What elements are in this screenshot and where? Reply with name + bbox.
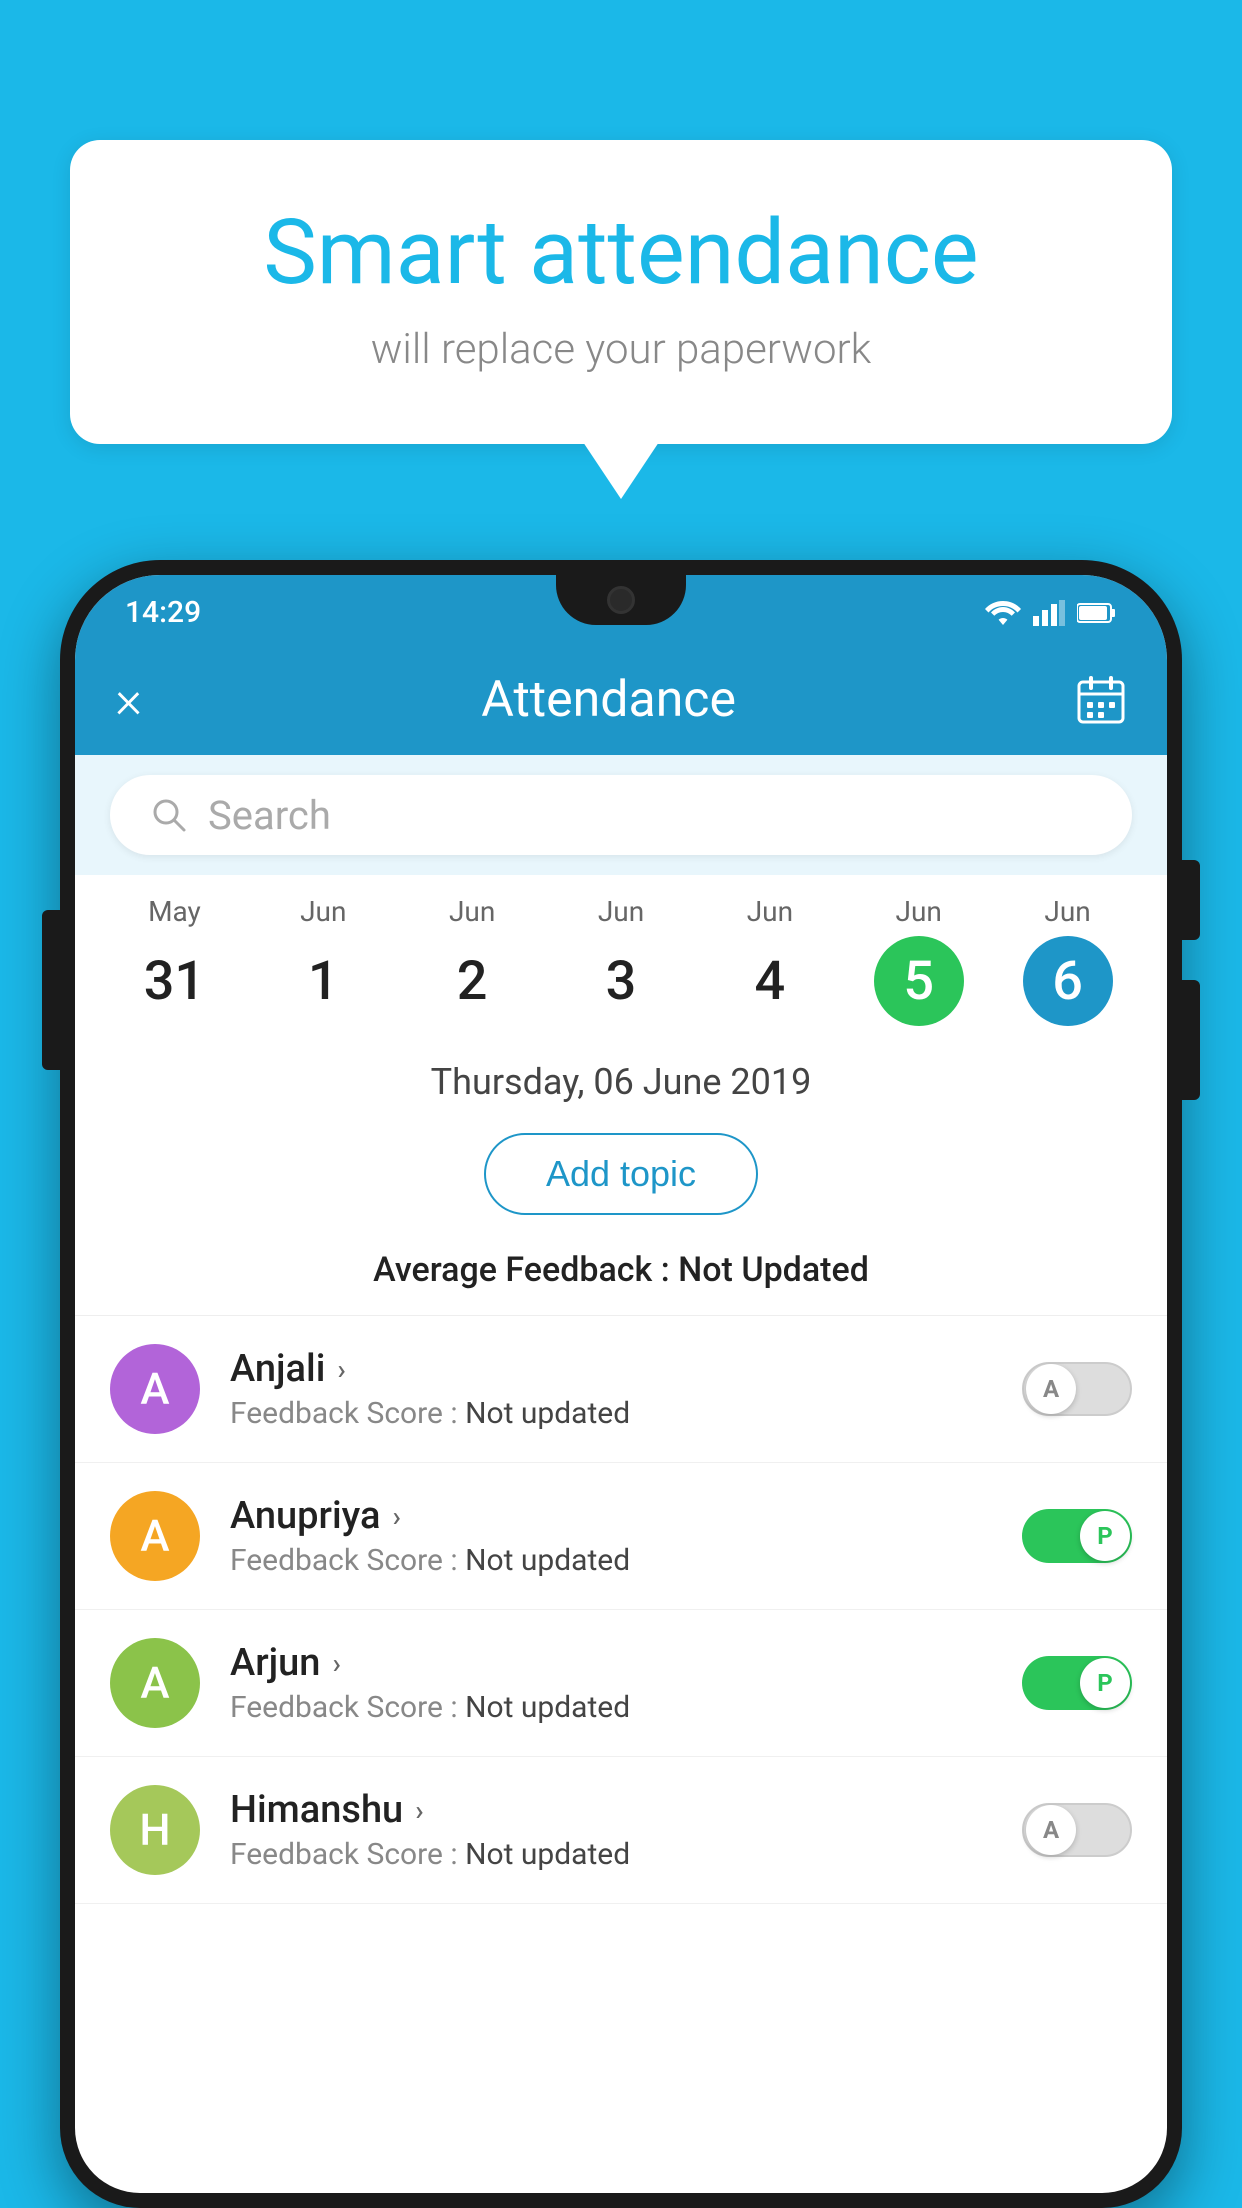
student-item-2[interactable]: A Arjun › Feedback Score : Not updated P xyxy=(75,1610,1167,1757)
feedback-score-3: Feedback Score : Not updated xyxy=(230,1837,992,1872)
toggle-knob-0: A xyxy=(1026,1364,1076,1414)
date-cell-4[interactable]: Jun 4 xyxy=(700,895,839,1026)
date-day-2[interactable]: 2 xyxy=(427,936,517,1026)
student-avatar-3: H xyxy=(110,1785,200,1875)
student-name-3: Himanshu › xyxy=(230,1788,992,1832)
speech-bubble: Smart attendance will replace your paper… xyxy=(70,140,1172,444)
search-icon xyxy=(150,796,188,834)
wifi-icon xyxy=(985,600,1021,626)
toggle-knob-3: A xyxy=(1026,1805,1076,1855)
student-avatar-1: A xyxy=(110,1491,200,1581)
toggle-0[interactable]: A xyxy=(1022,1362,1132,1416)
toggle-3[interactable]: A xyxy=(1022,1803,1132,1857)
student-info-0: Anjali › Feedback Score : Not updated xyxy=(230,1347,992,1431)
student-item-1[interactable]: A Anupriya › Feedback Score : Not updated P xyxy=(75,1463,1167,1610)
student-info-1: Anupriya › Feedback Score : Not updated xyxy=(230,1494,992,1578)
avg-feedback-label: Average Feedback : xyxy=(373,1250,678,1290)
student-item-0[interactable]: A Anjali › Feedback Score : Not updated A xyxy=(75,1316,1167,1463)
student-chevron-0: › xyxy=(337,1353,345,1386)
toggle-knob-2: P xyxy=(1080,1658,1130,1708)
date-cell-0[interactable]: May 31 xyxy=(105,895,244,1026)
status-icons xyxy=(985,600,1117,626)
search-placeholder: Search xyxy=(208,792,331,839)
student-info-2: Arjun › Feedback Score : Not updated xyxy=(230,1641,992,1725)
bubble-title: Smart attendance xyxy=(150,200,1092,305)
feedback-score-0: Feedback Score : Not updated xyxy=(230,1396,992,1431)
phone-frame: 14:29 xyxy=(60,560,1182,2208)
selected-date: Thursday, 06 June 2019 xyxy=(75,1036,1167,1123)
student-item-3[interactable]: H Himanshu › Feedback Score : Not updated A xyxy=(75,1757,1167,1904)
camera xyxy=(607,586,635,614)
toggle-container-2[interactable]: P xyxy=(1022,1656,1132,1710)
speech-bubble-container: Smart attendance will replace your paper… xyxy=(70,140,1172,444)
power-button xyxy=(1182,860,1200,940)
date-day-4[interactable]: 4 xyxy=(725,936,815,1026)
date-day-0[interactable]: 31 xyxy=(129,936,219,1026)
calendar-icon[interactable] xyxy=(1075,674,1127,726)
student-list: AAnjali ›Feedback Score : Not updatedAAA… xyxy=(75,1316,1167,1904)
date-month-1: Jun xyxy=(254,895,393,928)
date-cell-6[interactable]: Jun 6 xyxy=(998,895,1137,1026)
notch xyxy=(556,575,686,625)
date-month-6: Jun xyxy=(998,895,1137,928)
volume-button xyxy=(1182,980,1200,1100)
student-info-3: Himanshu › Feedback Score : Not updated xyxy=(230,1788,992,1872)
average-feedback: Average Feedback : Not Updated xyxy=(75,1240,1167,1316)
student-avatar-2: A xyxy=(110,1638,200,1728)
app-bar: × Attendance xyxy=(75,645,1167,755)
toggle-2[interactable]: P xyxy=(1022,1656,1132,1710)
date-month-3: Jun xyxy=(552,895,691,928)
date-day-5[interactable]: 5 xyxy=(874,936,964,1026)
date-day-3[interactable]: 3 xyxy=(576,936,666,1026)
student-chevron-2: › xyxy=(332,1647,340,1680)
date-strip: May 31 Jun 1 Jun 2 Jun 3 Jun 4 Jun 5 Jun 6 xyxy=(75,875,1167,1036)
status-time: 14:29 xyxy=(125,595,201,630)
signal-icon xyxy=(1033,600,1065,626)
avg-feedback-value: Not Updated xyxy=(678,1250,869,1290)
feedback-score-2: Feedback Score : Not updated xyxy=(230,1690,992,1725)
date-month-2: Jun xyxy=(403,895,542,928)
toggle-container-1[interactable]: P xyxy=(1022,1509,1132,1563)
student-name-2: Arjun › xyxy=(230,1641,992,1685)
student-chevron-1: › xyxy=(392,1500,400,1533)
feedback-score-1: Feedback Score : Not updated xyxy=(230,1543,992,1578)
phone-screen: 14:29 xyxy=(75,575,1167,2193)
bubble-subtitle: will replace your paperwork xyxy=(150,325,1092,374)
toggle-container-3[interactable]: A xyxy=(1022,1803,1132,1857)
toggle-1[interactable]: P xyxy=(1022,1509,1132,1563)
student-name-0: Anjali › xyxy=(230,1347,992,1391)
date-cell-1[interactable]: Jun 1 xyxy=(254,895,393,1026)
battery-icon xyxy=(1077,602,1117,624)
date-cell-5[interactable]: Jun 5 xyxy=(849,895,988,1026)
student-name-1: Anupriya › xyxy=(230,1494,992,1538)
search-container: Search xyxy=(75,755,1167,875)
toggle-knob-1: P xyxy=(1080,1511,1130,1561)
date-month-0: May xyxy=(105,895,244,928)
app-title: Attendance xyxy=(481,671,736,729)
add-topic-container: Add topic xyxy=(75,1123,1167,1240)
student-avatar-0: A xyxy=(110,1344,200,1434)
date-month-5: Jun xyxy=(849,895,988,928)
add-topic-button[interactable]: Add topic xyxy=(484,1133,758,1215)
date-day-6[interactable]: 6 xyxy=(1023,936,1113,1026)
date-cell-3[interactable]: Jun 3 xyxy=(552,895,691,1026)
close-button[interactable]: × xyxy=(115,674,142,726)
date-cell-2[interactable]: Jun 2 xyxy=(403,895,542,1026)
toggle-container-0[interactable]: A xyxy=(1022,1362,1132,1416)
student-chevron-3: › xyxy=(415,1794,423,1827)
volume-left-button xyxy=(42,910,60,1070)
search-bar[interactable]: Search xyxy=(110,775,1132,855)
date-month-4: Jun xyxy=(700,895,839,928)
date-day-1[interactable]: 1 xyxy=(278,936,368,1026)
